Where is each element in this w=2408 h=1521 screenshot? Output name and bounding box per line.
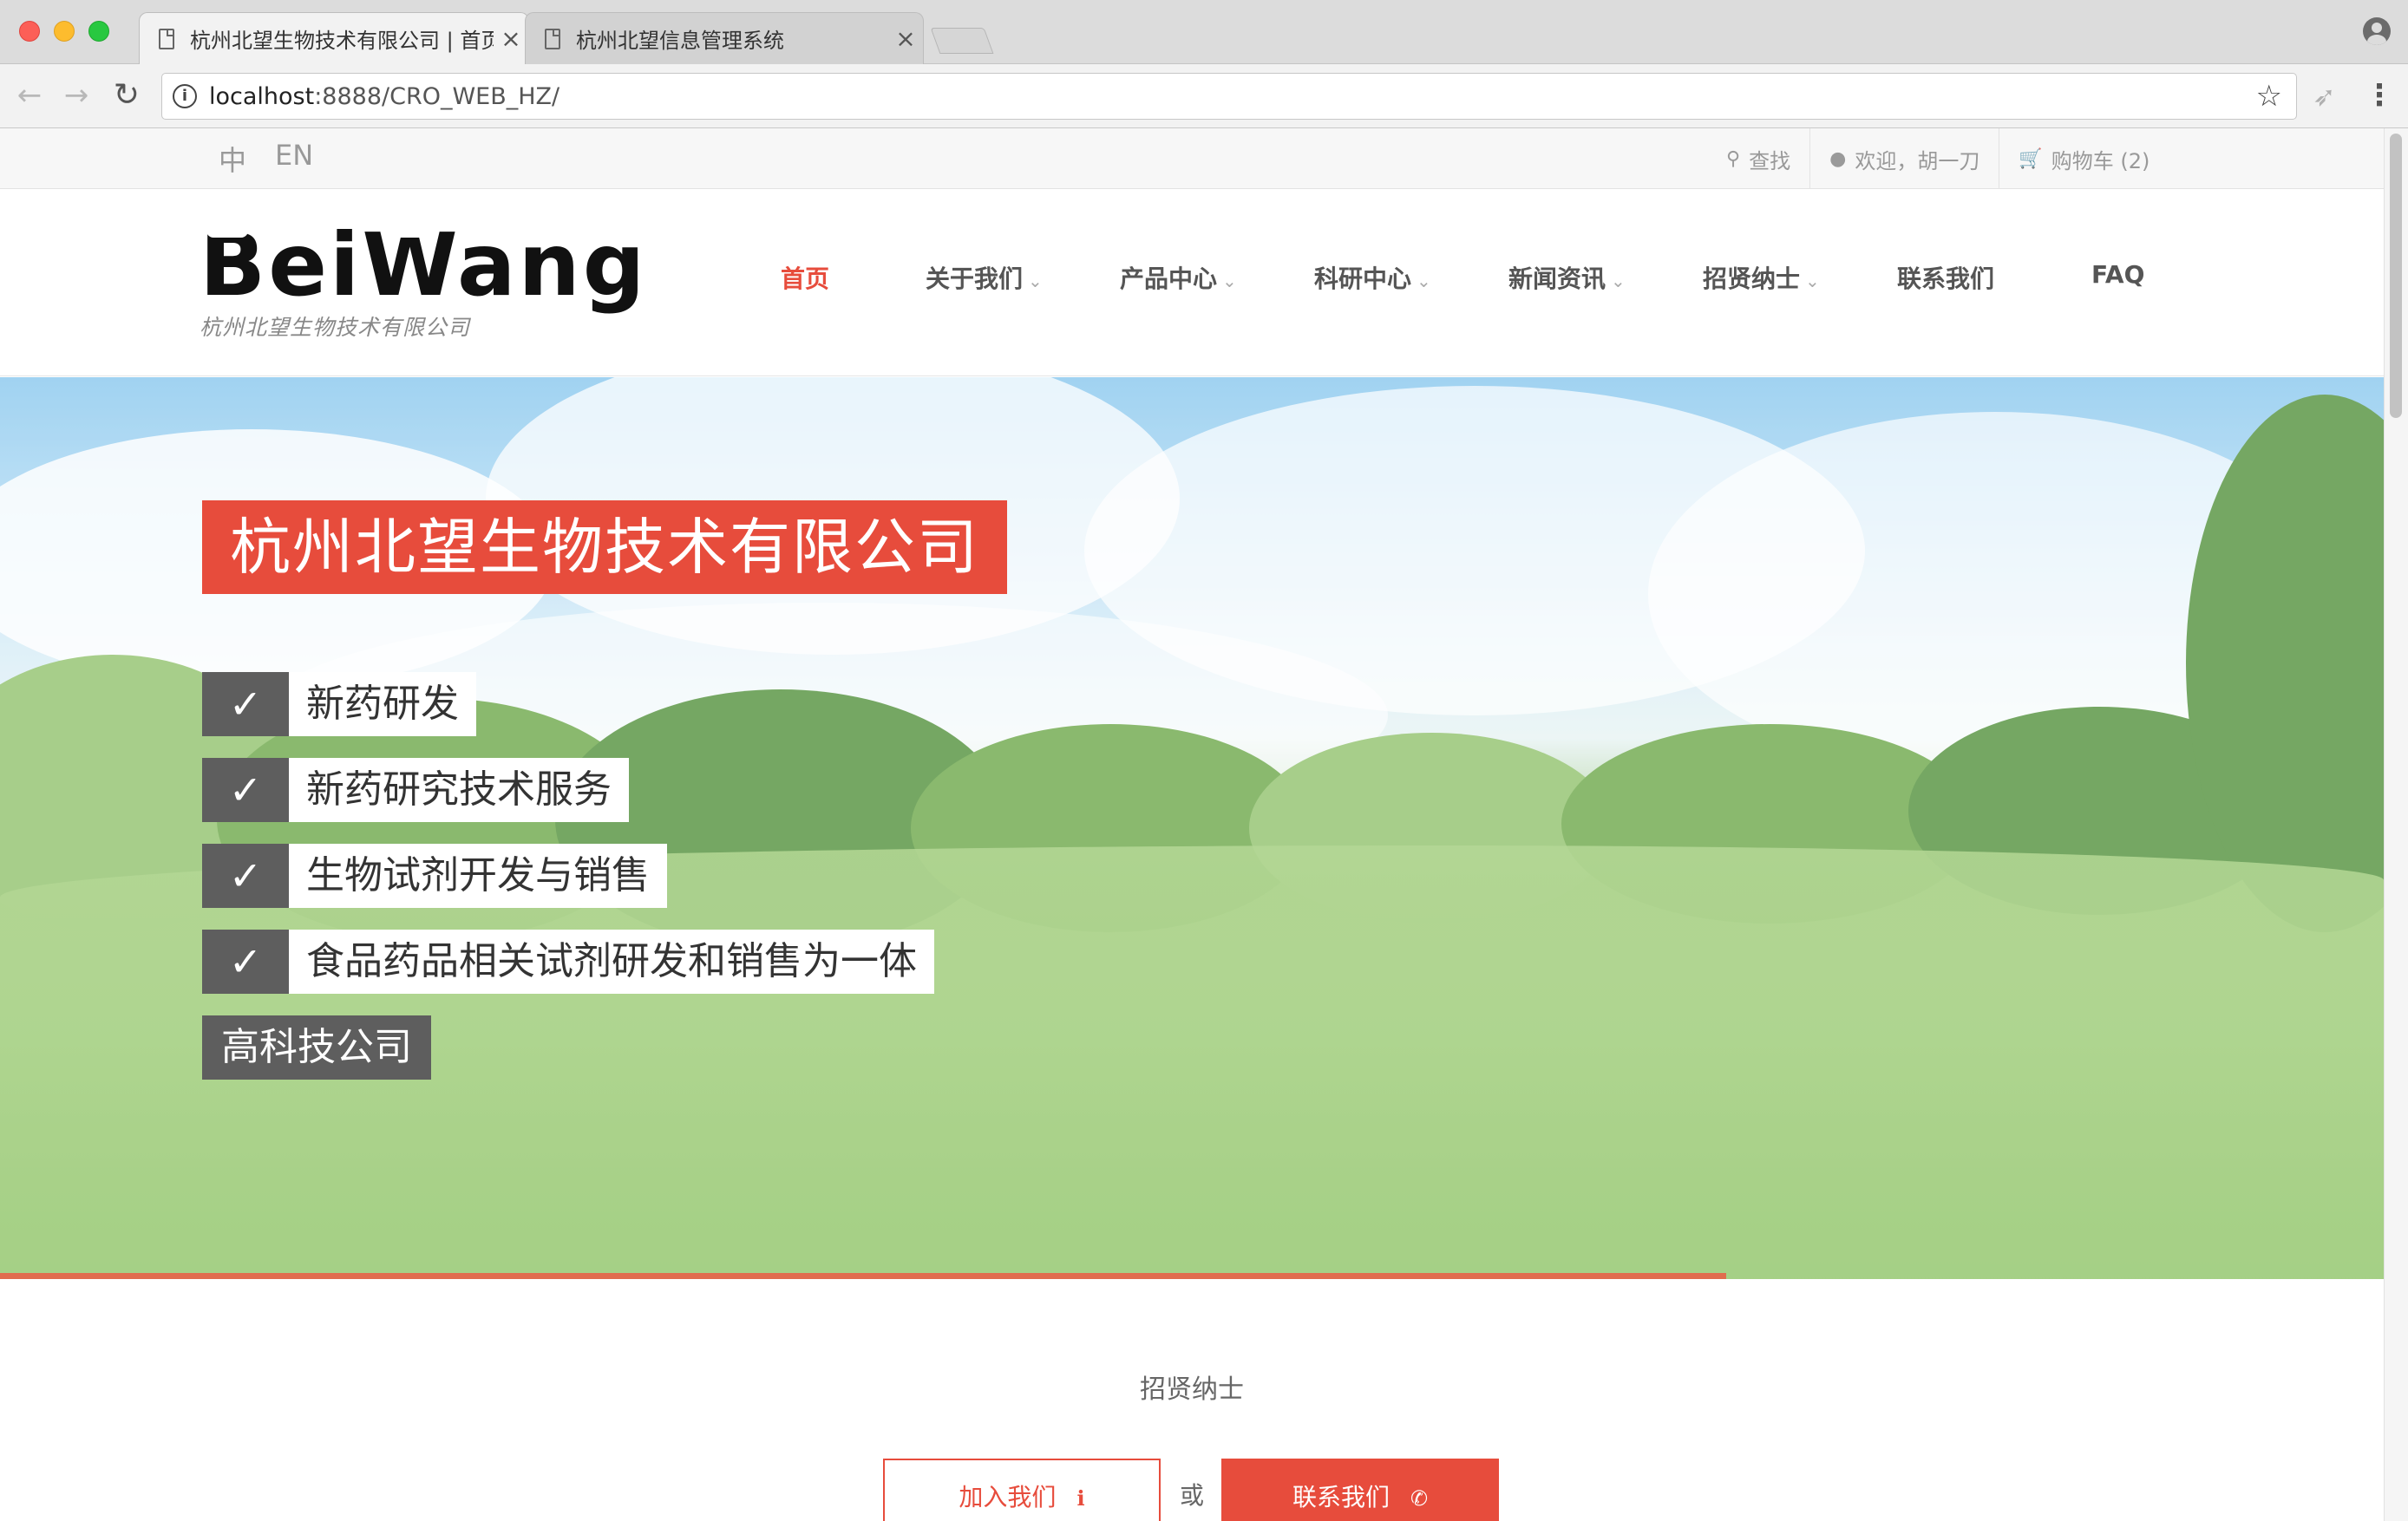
- scrollbar-thumb[interactable]: [2390, 134, 2402, 418]
- info-icon: ℹ: [1076, 1486, 1085, 1511]
- check-icon: ✓: [202, 758, 289, 822]
- cart-icon: 🛒: [2019, 147, 2043, 170]
- utility-bar: 中 EN ⚲ 查找 ● 欢迎，胡一刀 🛒 购物车 (2): [0, 128, 2384, 189]
- address-bar[interactable]: i localhost:8888/CRO_WEB_HZ/ ☆: [161, 73, 2297, 120]
- profile-icon[interactable]: [2363, 17, 2391, 45]
- search-icon: ⚲: [1726, 147, 1741, 170]
- contact-us-label: 联系我们: [1292, 1483, 1390, 1511]
- page-icon: [159, 28, 174, 49]
- welcome-label: 欢迎，胡一刀: [1855, 148, 1980, 173]
- bookmark-star-icon[interactable]: ☆: [2256, 79, 2282, 114]
- search-label: 查找: [1749, 148, 1791, 173]
- feature-item: ✓ 生物试剂开发与销售: [202, 844, 667, 908]
- main-nav: 首页 关于我们 ⌄ 产品中心 ⌄ 科研中心 ⌄ 新闻资讯 ⌄ 招贤纳士 ⌄ 联系我们 FA…: [0, 189, 2384, 376]
- lang-en-link[interactable]: EN: [275, 139, 313, 172]
- tab-home[interactable]: 杭州北望生物技术有限公司 | 首页 ×: [139, 12, 529, 64]
- nav-faq[interactable]: FAQ: [2091, 260, 2144, 289]
- check-icon: ✓: [202, 844, 289, 908]
- scrollbar[interactable]: [2384, 128, 2408, 1521]
- phone-icon: ✆: [1410, 1486, 1429, 1511]
- lang-zh-link[interactable]: 中: [219, 139, 246, 179]
- chevron-down-icon: ⌄: [1417, 271, 1431, 291]
- nav-about[interactable]: 关于我们 ⌄: [926, 260, 1043, 295]
- contact-us-button[interactable]: 联系我们 ✆: [1221, 1459, 1499, 1521]
- forward-icon[interactable]: →: [61, 80, 92, 111]
- nav-contact[interactable]: 联系我们: [1897, 260, 1994, 295]
- section-title: 招贤纳士: [1140, 1374, 1244, 1405]
- search-link[interactable]: ⚲ 查找: [1707, 128, 1809, 189]
- window-close-button[interactable]: [19, 21, 40, 42]
- new-tab-button[interactable]: [930, 28, 994, 54]
- user-icon: ●: [1829, 147, 1847, 170]
- chevron-down-icon: ⌄: [1611, 271, 1626, 291]
- cart-link[interactable]: 🛒 购物车 (2): [1999, 128, 2169, 189]
- feature-item: ✓ 新药研发: [202, 672, 476, 736]
- reload-icon[interactable]: ↻: [111, 80, 142, 111]
- tab-title: 杭州北望生物技术有限公司 | 首页: [190, 29, 494, 53]
- feature-text: 食品药品相关试剂研发和销售为一体: [289, 930, 934, 994]
- feature-text: 新药研究技术服务: [289, 758, 629, 822]
- url-host: localhost: [209, 82, 315, 110]
- url-path: :8888/CRO_WEB_HZ/: [314, 82, 560, 110]
- tab-title: 杭州北望信息管理系统: [576, 29, 784, 53]
- info-icon[interactable]: i: [173, 84, 197, 108]
- browser-menu-icon[interactable]: ⋮: [2365, 78, 2394, 113]
- nav-research[interactable]: 科研中心 ⌄: [1314, 260, 1431, 295]
- back-icon[interactable]: ←: [14, 80, 45, 111]
- site-header: BeiWang 杭州北望生物技术有限公司 首页 关于我们 ⌄ 产品中心 ⌄ 科研中心…: [0, 189, 2384, 376]
- feature-text: 生物试剂开发与销售: [289, 844, 667, 908]
- extension-icon[interactable]: ➶: [2313, 80, 2336, 113]
- feature-text: 新药研发: [289, 672, 476, 736]
- page-icon: [545, 28, 560, 49]
- page-viewport: 中 EN ⚲ 查找 ● 欢迎，胡一刀 🛒 购物车 (2) BeiWang 杭州北…: [0, 128, 2408, 1521]
- check-icon: ✓: [202, 672, 289, 736]
- window-minimize-button[interactable]: [54, 21, 75, 42]
- hero-tag: 高科技公司: [202, 1015, 431, 1080]
- or-text: 或: [1180, 1481, 1205, 1510]
- slider-progress-bar: [0, 1273, 1726, 1279]
- user-link[interactable]: ● 欢迎，胡一刀: [1809, 128, 1999, 189]
- browser-toolbar: ← → ↻ i localhost:8888/CRO_WEB_HZ/ ☆ ➶ ⋮: [0, 64, 2408, 128]
- window-zoom-button[interactable]: [88, 21, 109, 42]
- hero-banner: 杭州北望生物技术有限公司 ✓ 新药研发 ✓ 新药研究技术服务 ✓ 生物试剂开发与…: [0, 377, 2384, 1279]
- feature-item: ✓ 新药研究技术服务: [202, 758, 629, 822]
- tab-close-icon[interactable]: ×: [888, 24, 923, 53]
- join-us-button[interactable]: 加入我们 ℹ: [883, 1459, 1161, 1521]
- nav-products[interactable]: 产品中心 ⌄: [1120, 260, 1237, 295]
- nav-careers[interactable]: 招贤纳士 ⌄: [1703, 260, 1820, 295]
- chevron-down-icon: ⌄: [1805, 271, 1820, 291]
- browser-tab-strip: 杭州北望生物技术有限公司 | 首页 × 杭州北望信息管理系统 ×: [0, 0, 2408, 64]
- cart-label: 购物车 (2): [2051, 148, 2150, 173]
- tab-admin[interactable]: 杭州北望信息管理系统 ×: [525, 12, 924, 64]
- chevron-down-icon: ⌄: [1222, 271, 1237, 291]
- join-us-label: 加入我们: [959, 1483, 1057, 1511]
- tab-close-icon[interactable]: ×: [494, 24, 528, 53]
- hero-title: 杭州北望生物技术有限公司: [202, 500, 1007, 594]
- feature-item: ✓ 食品药品相关试剂研发和销售为一体: [202, 930, 934, 994]
- chevron-down-icon: ⌄: [1028, 271, 1043, 291]
- nav-news[interactable]: 新闻资讯 ⌄: [1508, 260, 1626, 295]
- nav-home[interactable]: 首页: [781, 260, 829, 295]
- check-icon: ✓: [202, 930, 289, 994]
